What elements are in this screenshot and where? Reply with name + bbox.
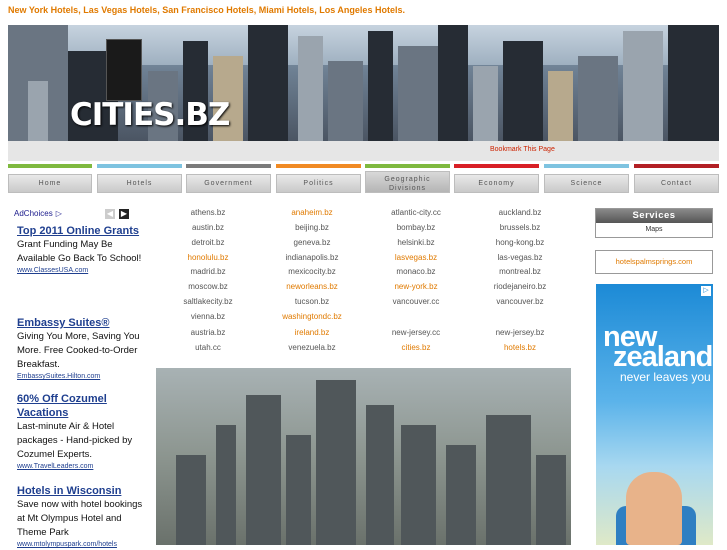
hotel-palm-springs-link[interactable]: hotelspalmsprings.com [595,250,713,274]
city-link[interactable]: montreal.bz [468,267,572,276]
ad-item[interactable]: 60% Off Cozumel Vacations Last-minute Ai… [17,392,143,472]
city-link[interactable]: saltlakecity.bz [156,297,260,306]
main-navigation: Home Hotels Government Politics Geograph… [8,164,719,194]
nz-ad-person-face [626,472,682,545]
nav-label: Politics [276,174,361,193]
ad-item[interactable]: Hotels in Wisconsin Save now with hotel … [17,484,143,550]
services-box: Services Maps [595,208,713,238]
nav-color-bar [186,164,271,168]
nav-color-bar [8,164,92,168]
nz-ad-line3: never leaves you [620,370,711,384]
city-link[interactable]: brussels.bz [468,223,572,232]
nav-tab-hotels[interactable]: Hotels [97,164,182,194]
adchoices-text: AdChoices [14,208,53,218]
city-link[interactable]: austin.bz [156,223,260,232]
city-link[interactable]: austria.bz [156,328,260,337]
ad-body: Grant Funding May Be Available Go Back T… [17,239,142,264]
city-link[interactable]: mexicocity.bz [260,267,364,276]
city-link[interactable]: ireland.bz [260,328,364,337]
new-zealand-ad[interactable]: ▷ new zealand never leaves you [596,284,713,545]
nav-color-bar [97,164,182,168]
ad-body: Save now with hotel bookings at Mt Olymp… [17,499,143,538]
nav-tab-economy[interactable]: Economy [454,164,539,194]
nav-label: Government [186,174,271,193]
city-link[interactable]: neworleans.bz [260,282,364,291]
city-link[interactable]: utah.cc [156,343,260,352]
city-link[interactable]: indianapolis.bz [260,253,364,262]
nav-color-bar [365,164,450,168]
nav-tab-geographic-divisions[interactable]: Geographic Divisions [365,164,450,194]
nav-color-bar [454,164,539,168]
city-link[interactable]: bombay.bz [364,223,468,232]
nav-tab-politics[interactable]: Politics [276,164,361,194]
city-link[interactable]: atlantic-city.cc [364,208,468,217]
ad-item[interactable]: Embassy Suites® Giving You More, Saving … [17,316,143,382]
city-skyline-banner: CITIES.BZ [8,25,719,141]
city-link[interactable]: helsinki.bz [364,238,468,247]
city-link[interactable]: new-jersey.bz [468,328,572,337]
nav-label: Home [8,174,92,193]
city-link[interactable]: athens.bz [156,208,260,217]
top-hotel-links[interactable]: New York Hotels, Las Vegas Hotels, San F… [8,5,405,15]
bookmark-link[interactable]: Bookmark This Page [490,146,555,153]
city-link[interactable]: las-vegas.bz [468,253,572,262]
ad-item[interactable]: Top 2011 Online Grants Grant Funding May… [17,224,143,276]
nav-label: Science [544,174,629,193]
city-link[interactable]: madrid.bz [156,267,260,276]
services-title: Services [596,209,712,223]
city-link[interactable]: detroit.bz [156,238,260,247]
nav-color-bar [276,164,361,168]
ad-headline[interactable]: Hotels in Wisconsin [17,484,143,498]
ad-url[interactable]: www.mtolympuspark.com/hotels [17,540,143,550]
nav-tab-science[interactable]: Science [544,164,629,194]
city-link[interactable]: vancouver.cc [364,297,468,306]
city-link[interactable]: new-york.bz [364,282,468,291]
ad-headline[interactable]: Embassy Suites® [17,316,143,330]
ad-prev-arrow-icon[interactable]: ◀ [105,209,115,219]
city-link[interactable]: vienna.bz [156,312,260,321]
city-link[interactable]: lasvegas.bz [364,253,468,262]
city-link[interactable]: washingtondc.bz [260,312,364,321]
ad-url[interactable]: www.ClassesUSA.com [17,266,143,276]
city-link[interactable]: hong-kong.bz [468,238,572,247]
nav-label: Geographic Divisions [365,171,450,193]
city-link[interactable]: venezuela.bz [260,343,364,352]
city-link[interactable]: moscow.bz [156,282,260,291]
city-link[interactable]: tucson.bz [260,297,364,306]
nav-tab-contact[interactable]: Contact [634,164,719,194]
bookmark-bar [8,141,719,161]
ad-url[interactable]: www.TravelLeaders.com [17,462,143,472]
services-item-maps[interactable]: Maps [596,223,712,236]
nav-label: Contact [634,174,719,193]
nz-ad-line2: zealand [613,341,713,373]
adchoices-icon[interactable]: ▷ [701,286,711,296]
city-link[interactable]: cities.bz [364,343,468,352]
nav-color-bar [634,164,719,168]
banner-poster [106,39,142,101]
nav-label: Hotels [97,174,182,193]
city-link[interactable]: beijing.bz [260,223,364,232]
city-link[interactable]: honolulu.bz [156,253,260,262]
ad-headline[interactable]: Top 2011 Online Grants [17,224,143,238]
city-link[interactable]: anaheim.bz [260,208,364,217]
city-link[interactable]: new-jersey.cc [364,328,468,337]
site-logo[interactable]: CITIES.BZ [70,97,230,133]
nav-color-bar [544,164,629,168]
city-link[interactable]: riodejaneiro.bz [468,282,572,291]
city-link[interactable]: geneva.bz [260,238,364,247]
nav-tab-home[interactable]: Home [8,164,92,194]
ad-next-arrow-icon[interactable]: ▶ [119,209,129,219]
city-link[interactable]: hotels.bz [468,343,572,352]
ad-url[interactable]: EmbassySuites.Hilton.com [17,372,143,382]
ad-body: Giving You More, Saving You More. Free C… [17,331,140,370]
city-aerial-photo [156,368,571,545]
nav-label: Economy [454,174,539,193]
ad-headline[interactable]: 60% Off Cozumel Vacations [17,392,143,420]
ad-body: Last-minute Air & Hotel packages - Hand-… [17,421,133,460]
city-link[interactable]: auckland.bz [468,208,572,217]
nav-tab-government[interactable]: Government [186,164,271,194]
city-link[interactable]: monaco.bz [364,267,468,276]
adchoices-icon: ▷ [55,208,62,218]
city-link[interactable]: vancouver.bz [468,297,572,306]
